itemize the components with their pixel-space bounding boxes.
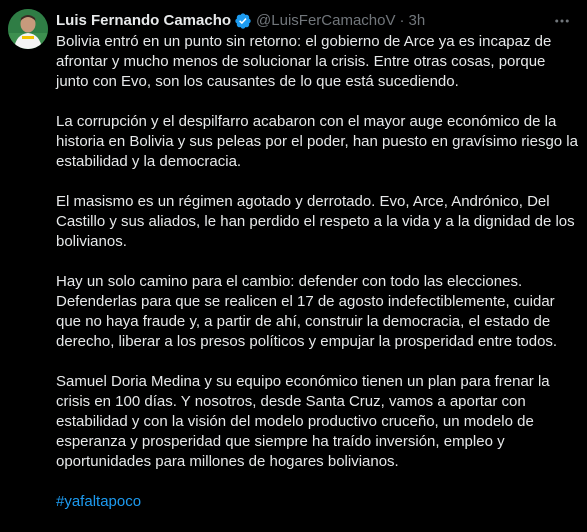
author-name[interactable]: Luis Fernando Camacho xyxy=(56,11,231,31)
more-options-icon[interactable] xyxy=(551,10,573,32)
timestamp[interactable]: 3h xyxy=(408,11,425,31)
tweet-header: Luis Fernando Camacho @LuisFerCamachoV ·… xyxy=(56,11,547,31)
tweet: Luis Fernando Camacho @LuisFerCamachoV ·… xyxy=(0,0,587,517)
avatar[interactable] xyxy=(8,9,48,49)
tweet-paragraph: Bolivia entró en un punto sin retorno: e… xyxy=(56,33,552,90)
author-handle[interactable]: @LuisFerCamachoV xyxy=(256,11,395,31)
tweet-paragraph: Hay un solo camino para el cambio: defen… xyxy=(56,273,558,350)
verified-badge-icon xyxy=(234,12,252,30)
tweet-paragraph: El masismo es un régimen agotado y derro… xyxy=(56,193,575,250)
tweet-paragraph: La corrupción y el despilfarro acabaron … xyxy=(56,113,578,170)
tweet-text: Bolivia entró en un punto sin retorno: e… xyxy=(56,32,578,532)
separator-dot: · xyxy=(399,12,405,29)
avatar-image xyxy=(8,9,48,49)
hashtag-link[interactable]: #yafaltapoco xyxy=(56,493,141,510)
tweet-paragraph: Samuel Doria Medina y su equipo económic… xyxy=(56,373,550,470)
